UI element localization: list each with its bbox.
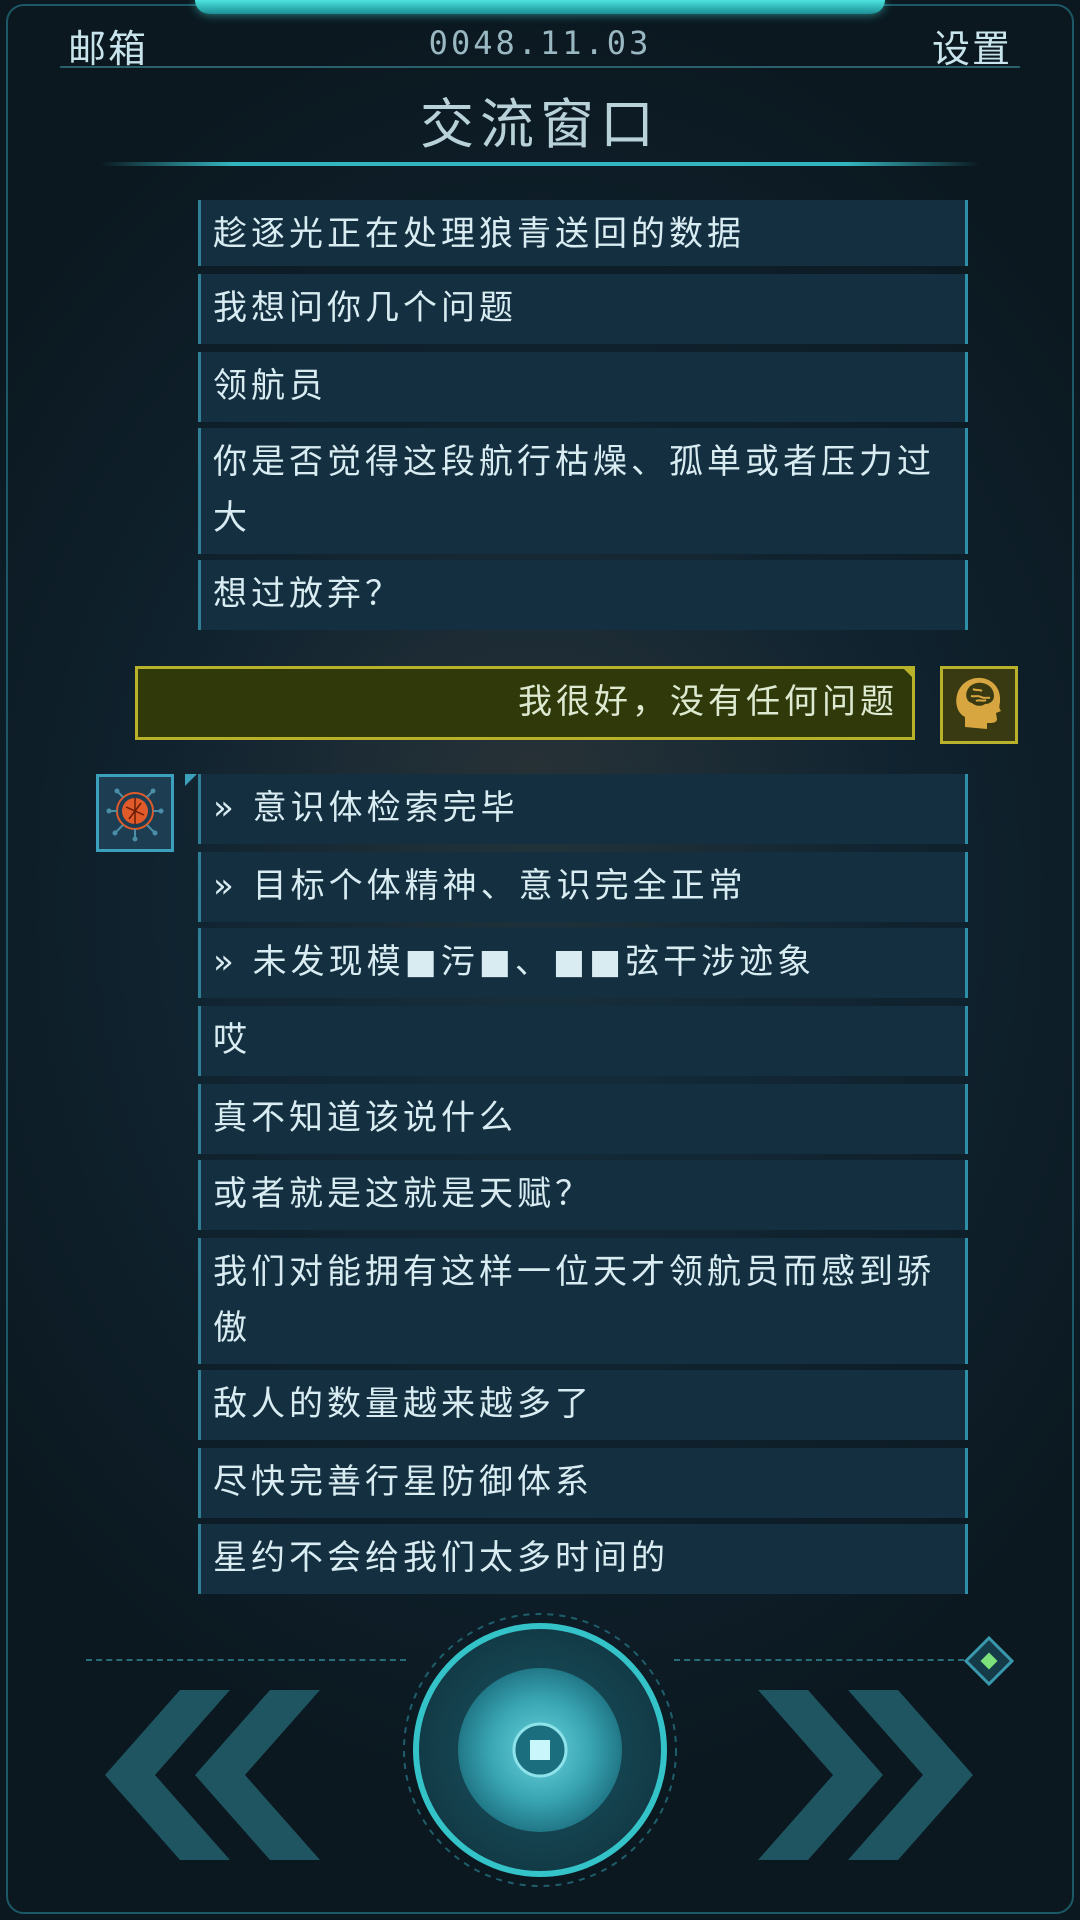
message-bubble: 敌人的数量越来越多了	[198, 1370, 968, 1440]
double-chevron-right-icon	[758, 1690, 973, 1860]
settings-button[interactable]: 设置	[932, 18, 1012, 73]
message-bubble: 真不知道该说什么	[198, 1084, 968, 1154]
message-bubble: 领航员	[198, 352, 968, 422]
message-text: » 目标个体精神、意识完全正常	[213, 866, 747, 906]
message-text: 我们对能拥有这样一位天才领航员而感到骄傲	[213, 1252, 935, 1348]
corner-diamond-button[interactable]	[963, 1635, 1015, 1687]
center-action-button[interactable]	[400, 1610, 680, 1890]
message-bubble: 想过放弃？	[198, 560, 968, 630]
message-text: 趁逐光正在处理狼青送回的数据	[213, 214, 745, 254]
game-date: 0048.11.03	[428, 24, 652, 62]
player-reply-bubble[interactable]: 我很好，没有任何问题	[135, 666, 915, 740]
control-guide-line	[674, 1659, 964, 1661]
page-title: 交流窗口	[420, 93, 660, 156]
stop-square-icon	[403, 1613, 677, 1887]
message-text: 想过放弃？	[213, 574, 403, 614]
message-text: 我想问你几个问题	[213, 288, 517, 328]
message-text: 敌人的数量越来越多了	[213, 1384, 593, 1424]
message-text: 哎	[213, 1020, 251, 1060]
next-button[interactable]	[758, 1690, 978, 1860]
message-text: 或者就是这就是天赋？	[213, 1174, 593, 1214]
top-arc-decoration	[195, 0, 885, 14]
title-divider	[100, 162, 980, 166]
message-text: » 未发现模■污■、■■弦干涉迹象	[213, 942, 816, 982]
message-bubble: 星约不会给我们太多时间的	[198, 1524, 968, 1594]
reply-text: 我很好，没有任何问题	[518, 682, 898, 722]
double-chevron-left-icon	[105, 1690, 320, 1860]
message-bubble: 尽快完善行星防御体系	[198, 1448, 968, 1518]
prev-button[interactable]	[100, 1690, 320, 1860]
message-bubble: 或者就是这就是天赋？	[198, 1160, 968, 1230]
message-bubble: » 目标个体精神、意识完全正常	[198, 852, 968, 922]
message-bubble: 趁逐光正在处理狼青送回的数据	[198, 200, 968, 266]
top-bar: 邮箱 0048.11.03 设置	[60, 14, 1020, 71]
dialogue-screen: 邮箱 0048.11.03 设置 交流窗口 趁逐光正在处理狼青送回的数据 我想问…	[0, 0, 1080, 1920]
message-text: » 意识体检索完毕	[213, 788, 519, 828]
message-bubble: 我们对能拥有这样一位天才领航员而感到骄傲	[198, 1238, 968, 1364]
message-text: 你是否觉得这段航行枯燥、孤单或者压力过大	[213, 442, 935, 538]
message-text: 尽快完善行星防御体系	[213, 1462, 593, 1502]
message-bubble: 我想问你几个问题	[198, 274, 968, 344]
control-guide-line	[86, 1659, 406, 1661]
brain-head-icon	[956, 677, 1001, 729]
message-text: 领航员	[213, 366, 327, 406]
message-bubble: » 未发现模■污■、■■弦干涉迹象	[198, 928, 968, 998]
message-bubble: » 意识体检索完毕	[198, 774, 968, 844]
message-bubble: 你是否觉得这段航行枯燥、孤单或者压力过大	[198, 428, 968, 554]
message-bubble: 哎	[198, 1006, 968, 1076]
player-avatar	[940, 666, 1018, 744]
network-core-icon	[106, 788, 164, 842]
message-text: 真不知道该说什么	[213, 1098, 517, 1138]
ai-avatar	[96, 774, 197, 852]
diamond-icon	[963, 1635, 1015, 1687]
message-text: 星约不会给我们太多时间的	[213, 1538, 669, 1578]
